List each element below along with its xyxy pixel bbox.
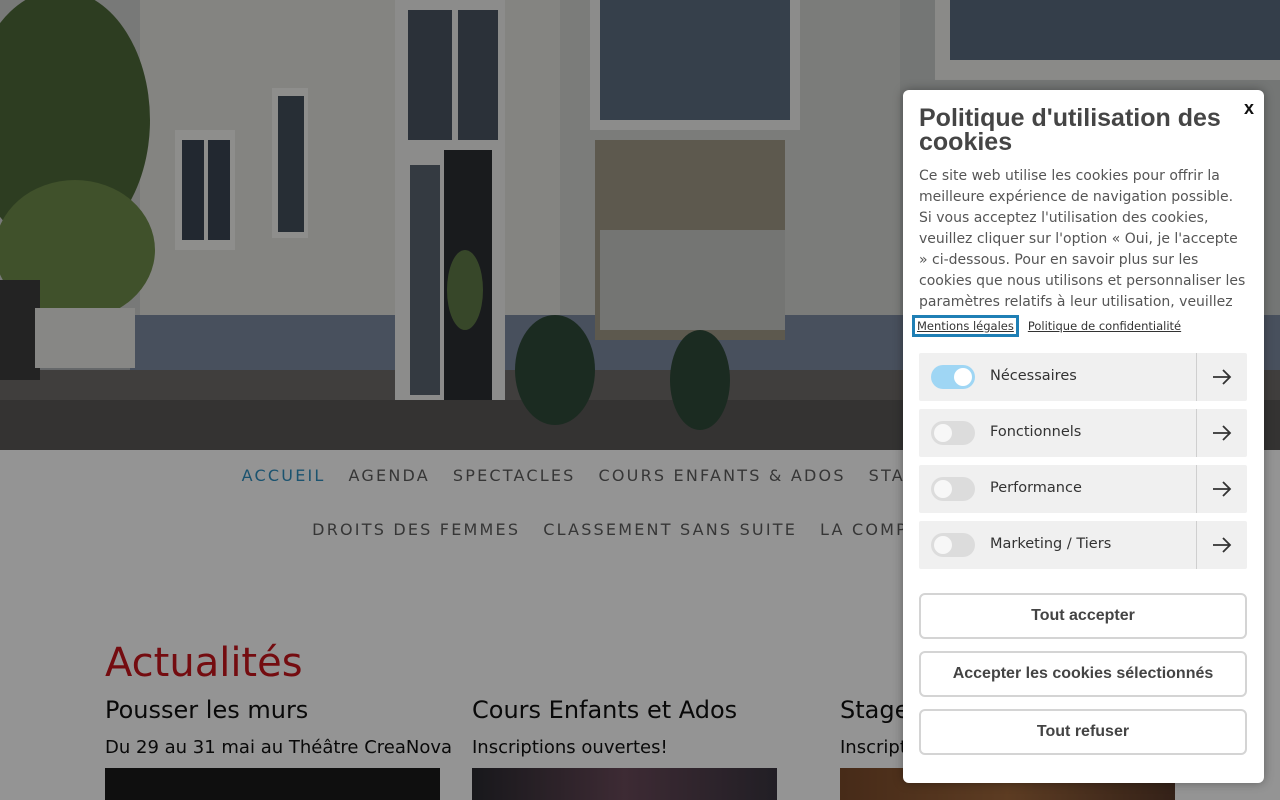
category-label: Marketing / Tiers bbox=[990, 536, 1112, 552]
cookie-dialog-title: Politique d'utilisation des cookies bbox=[919, 104, 1221, 156]
category-label: Fonctionnels bbox=[990, 424, 1082, 440]
arrow-right-icon[interactable] bbox=[1196, 465, 1247, 513]
toggle-switch[interactable] bbox=[931, 365, 975, 389]
close-button[interactable]: x bbox=[1244, 98, 1254, 119]
legal-notice-link[interactable]: Mentions légales bbox=[912, 315, 1019, 337]
toggle-knob bbox=[934, 480, 952, 498]
cookie-category-necessary: Nécessaires bbox=[919, 353, 1247, 401]
cookie-links: Mentions légales Politique de confidenti… bbox=[912, 315, 1181, 337]
arrow-right-icon[interactable] bbox=[1196, 409, 1247, 457]
cookie-dialog-description: Ce site web utilise les cookies pour off… bbox=[919, 168, 1246, 310]
toggle-knob bbox=[934, 424, 952, 442]
cookie-category-marketing: Marketing / Tiers bbox=[919, 521, 1247, 569]
cookie-consent-dialog: x Politique d'utilisation des cookies Ce… bbox=[903, 90, 1264, 783]
reject-all-button[interactable]: Tout refuser bbox=[919, 709, 1247, 755]
accept-all-button[interactable]: Tout accepter bbox=[919, 593, 1247, 639]
cookie-category-functional: Fonctionnels bbox=[919, 409, 1247, 457]
privacy-policy-link[interactable]: Politique de confidentialité bbox=[1028, 319, 1181, 333]
cookie-category-performance: Performance bbox=[919, 465, 1247, 513]
arrow-right-icon[interactable] bbox=[1196, 521, 1247, 569]
category-label: Nécessaires bbox=[990, 368, 1077, 384]
toggle-knob bbox=[934, 536, 952, 554]
arrow-right-icon[interactable] bbox=[1196, 353, 1247, 401]
accept-selected-button[interactable]: Accepter les cookies sélectionnés bbox=[919, 651, 1247, 697]
toggle-switch[interactable] bbox=[931, 533, 975, 557]
toggle-switch[interactable] bbox=[931, 477, 975, 501]
toggle-switch[interactable] bbox=[931, 421, 975, 445]
toggle-knob bbox=[954, 368, 972, 386]
category-label: Performance bbox=[990, 480, 1082, 496]
